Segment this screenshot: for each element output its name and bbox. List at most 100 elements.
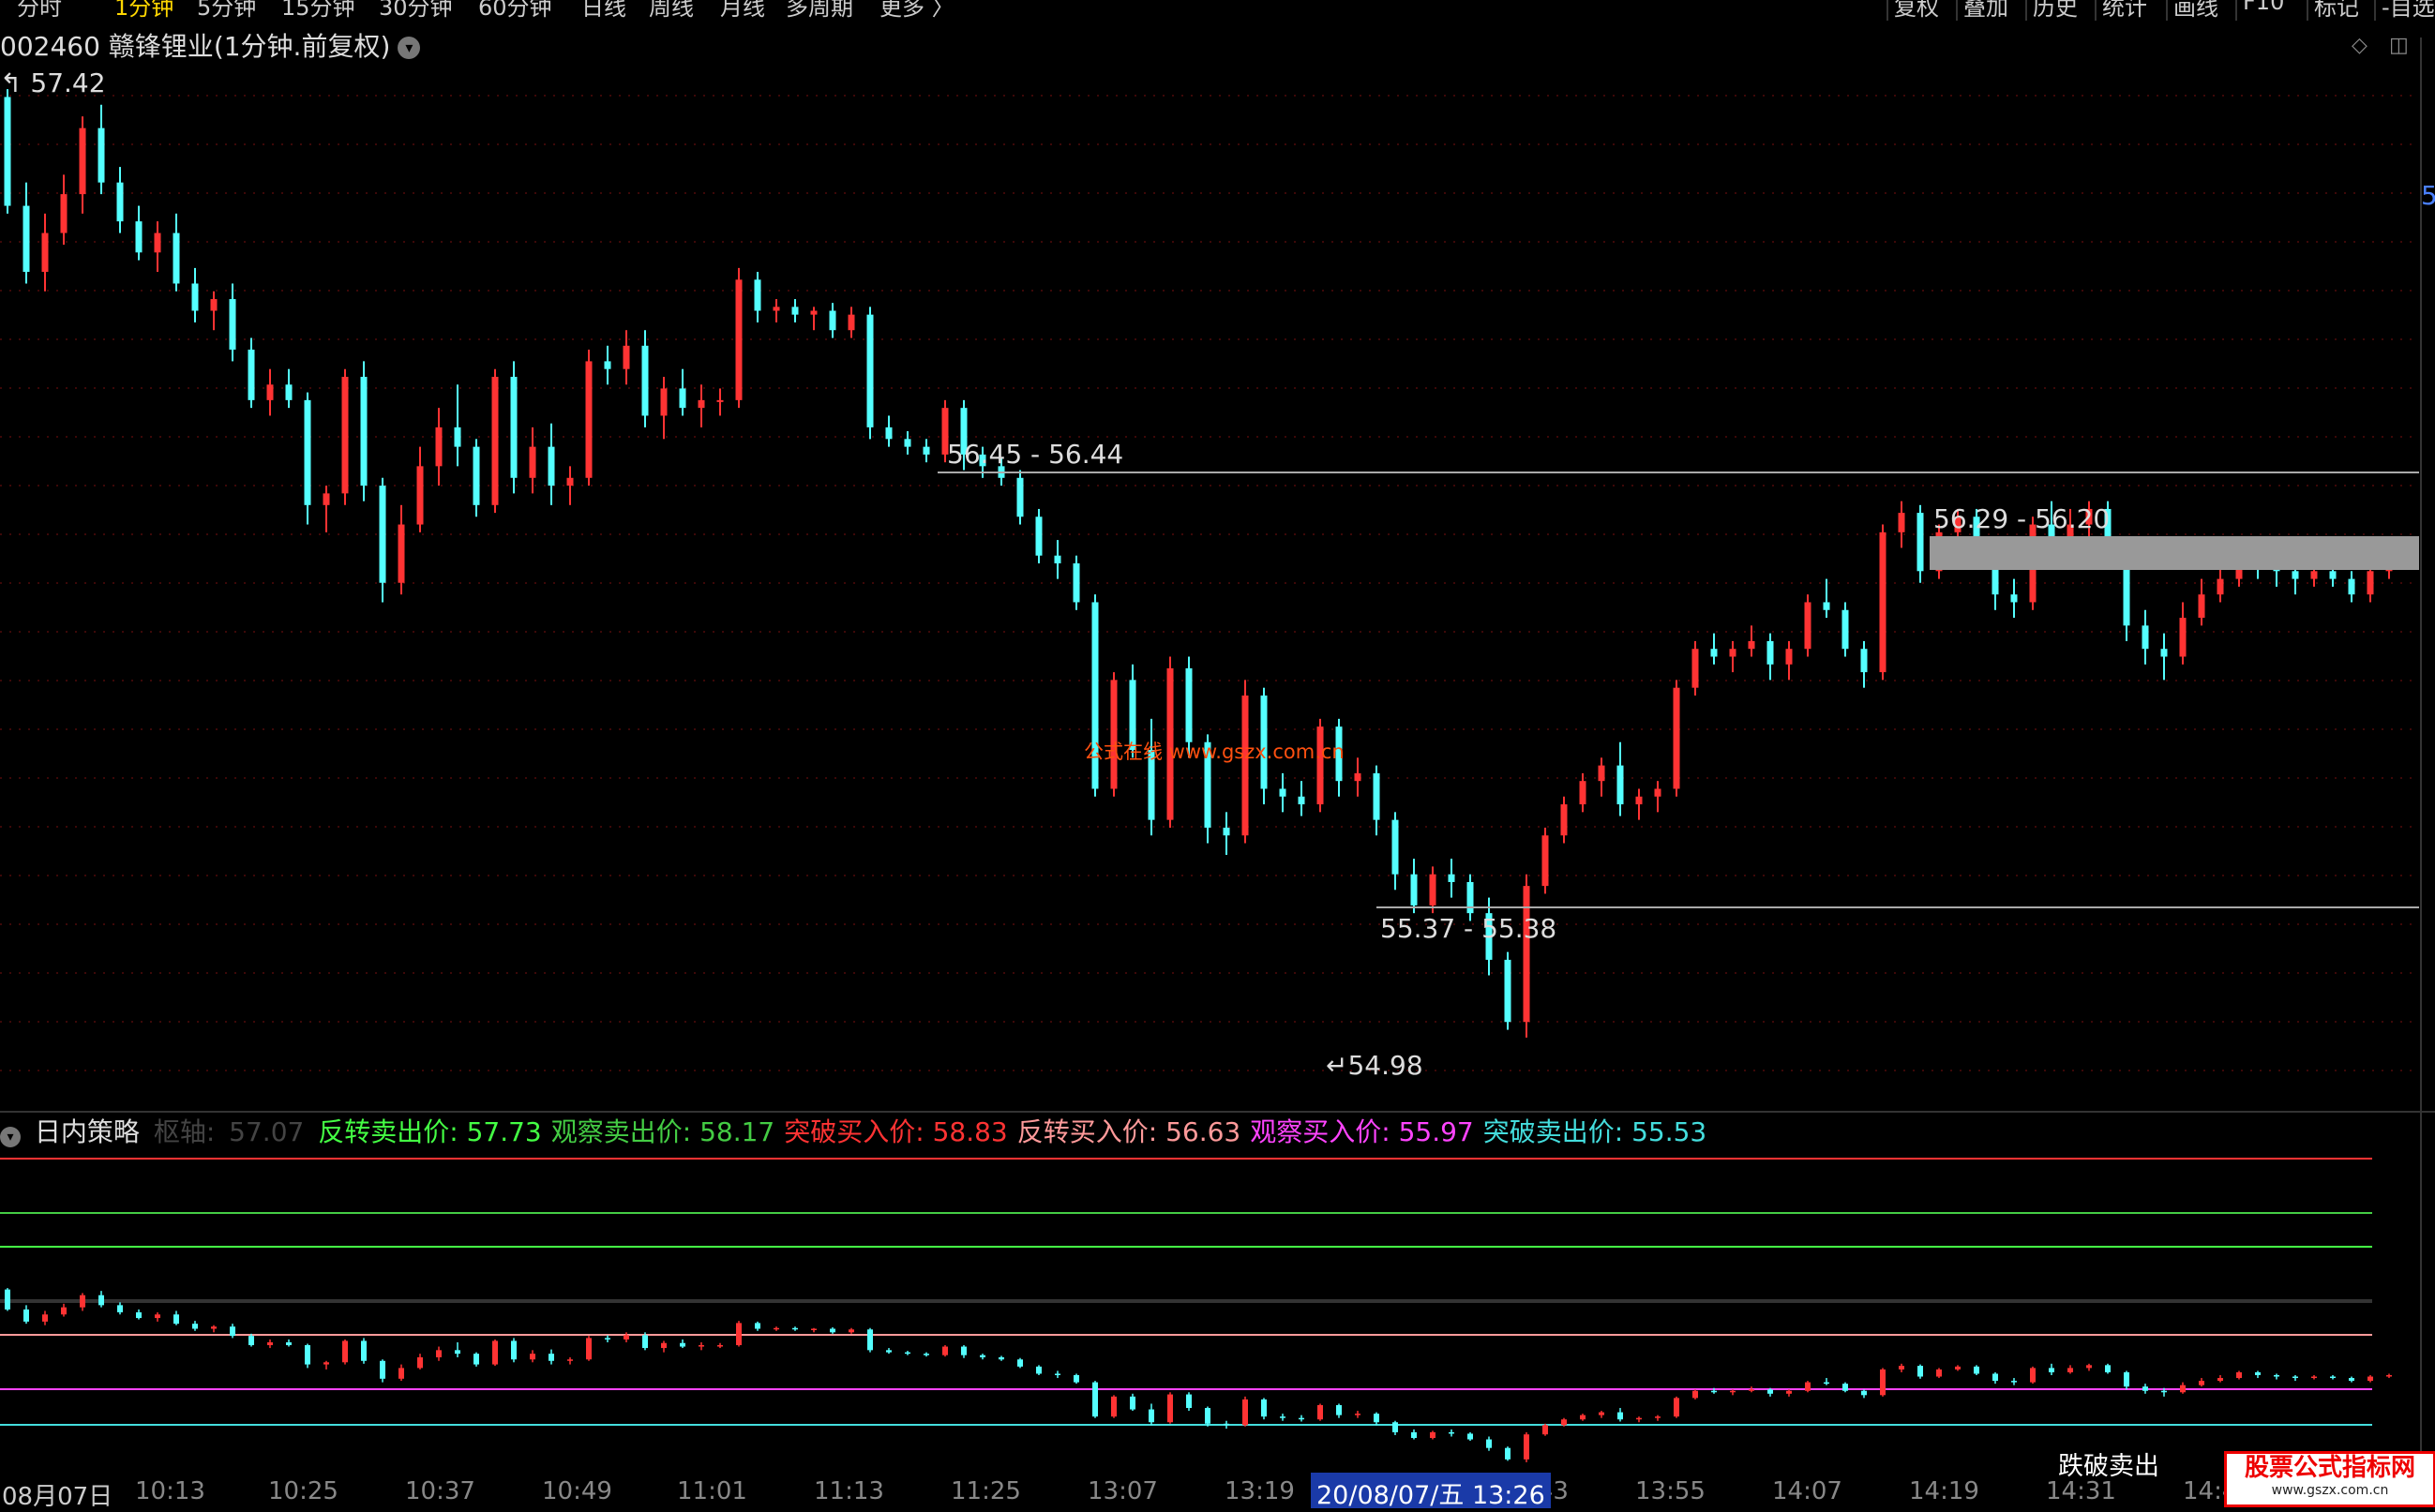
- mini-candle-body: [1355, 1414, 1360, 1415]
- mini-candle-body: [1974, 1366, 1979, 1374]
- mini-candle-body: [567, 1359, 573, 1361]
- candle-body: [1523, 886, 1530, 1023]
- period-tab-5[interactable]: 60分钟: [478, 0, 552, 22]
- mini-candle-body: [2349, 1378, 2354, 1382]
- candle-body: [1710, 649, 1718, 657]
- pivot-label: 枢轴: 57.07: [154, 1116, 310, 1147]
- mini-candle-body: [473, 1354, 479, 1365]
- mini-candle-body: [2217, 1378, 2223, 1382]
- axis-tick: 14:07: [1772, 1477, 1842, 1505]
- toolbar-separator: [2307, 0, 2308, 21]
- zone-label-2: 56.29 - 56.20: [1933, 503, 2111, 534]
- diamond-icon[interactable]: ◇: [2352, 34, 2367, 57]
- toolbar-separator: [1956, 0, 1958, 21]
- axis-tick: 13:19: [1225, 1477, 1295, 1505]
- window-icon[interactable]: ◫: [2389, 34, 2409, 57]
- mini-candle-body: [2049, 1368, 2054, 1372]
- indicator-name[interactable]: 日内策略: [35, 1116, 140, 1147]
- candle-body: [510, 376, 518, 478]
- tool-button-4[interactable]: 画线: [2173, 0, 2218, 22]
- axis-tick: 14:19: [1909, 1477, 1979, 1505]
- period-tab-9[interactable]: 多周期: [786, 0, 853, 22]
- tool-button-7[interactable]: -自选: [2382, 0, 2435, 22]
- candle-body: [1429, 874, 1436, 906]
- candle-body: [585, 361, 593, 478]
- period-tab-10[interactable]: 更多 〉: [879, 0, 954, 22]
- candle-body: [791, 307, 799, 315]
- axis-date: 08月07日: [2, 1483, 113, 1511]
- period-tab-6[interactable]: 日线: [581, 0, 626, 22]
- candle-body: [1841, 609, 1849, 650]
- mini-candle-body: [1261, 1399, 1267, 1417]
- mini-candle-body: [192, 1324, 198, 1329]
- axis-tick: 13:55: [1635, 1477, 1706, 1505]
- mini-candle-body: [1842, 1384, 1848, 1391]
- candle-body: [2292, 571, 2299, 579]
- toolbar-separator: [2095, 0, 2097, 21]
- mini-candle-body: [492, 1340, 498, 1365]
- chevron-down-icon[interactable]: ▾: [398, 37, 421, 59]
- tool-button-2[interactable]: 历史: [2033, 0, 2078, 22]
- candle-body: [1466, 881, 1474, 914]
- period-tab-7[interactable]: 周线: [649, 0, 694, 22]
- candle-body: [229, 299, 236, 350]
- candle-body: [1016, 477, 1024, 517]
- mini-candle-body: [1449, 1431, 1454, 1434]
- mini-candle-body: [736, 1323, 742, 1346]
- tool-button-0[interactable]: 复权: [1894, 0, 1939, 22]
- mini-candle-body: [717, 1345, 723, 1347]
- indicator-value-3: 反转买入价: 56.63: [1016, 1116, 1241, 1147]
- candle-body: [79, 127, 86, 195]
- watermark-badge-title: 股票公式指标网: [2244, 1454, 2415, 1482]
- candle-body: [848, 314, 855, 331]
- indicator-values: 反转卖出价: 57.73 观察卖出价: 58.17 突破买入价: 58.83 反转买入…: [318, 1116, 1716, 1147]
- stock-code: 002460: [0, 31, 100, 62]
- mini-candle-body: [230, 1326, 235, 1337]
- candle-body: [454, 427, 461, 447]
- tool-button-6[interactable]: 标记: [2314, 0, 2359, 22]
- right-edge-label: 5: [2421, 180, 2435, 211]
- candle-body: [698, 399, 705, 409]
- candle-body: [135, 221, 143, 253]
- candle-body: [1391, 819, 1399, 875]
- tool-button-5[interactable]: F10: [2243, 0, 2284, 15]
- mini-candle-body: [1992, 1373, 1998, 1382]
- mini-candle-body: [961, 1346, 967, 1355]
- period-tab-0[interactable]: 分时: [17, 0, 62, 22]
- tool-button-3[interactable]: 统计: [2102, 0, 2147, 22]
- mini-candle-body: [642, 1335, 648, 1349]
- mini-candle-body: [436, 1350, 442, 1357]
- candle-body: [2142, 625, 2149, 650]
- candle-body: [2179, 618, 2187, 657]
- candle-body: [2010, 594, 2018, 603]
- mini-candle-body: [173, 1314, 179, 1325]
- candle-body: [1691, 649, 1699, 688]
- period-tab-8[interactable]: 月线: [720, 0, 765, 22]
- mini-candle-body: [1336, 1404, 1342, 1415]
- mini-candle-body: [1242, 1399, 1248, 1426]
- candle-body: [1073, 563, 1080, 603]
- mini-candle-body: [2180, 1385, 2186, 1393]
- candle-body: [735, 279, 743, 400]
- period-toolbar: 分时 1分钟 5分钟 15分钟 30分钟 60分钟 日线 周线 月线 多周期 更多 〉 复权 叠加 历史 统…: [0, 0, 2435, 21]
- candle-body: [210, 299, 218, 311]
- candle-body: [1616, 765, 1624, 805]
- candle-body: [323, 493, 330, 505]
- candle-body: [1635, 796, 1643, 805]
- candle-body: [23, 205, 30, 273]
- period-tab-4[interactable]: 30分钟: [379, 0, 453, 22]
- mini-candle-body: [942, 1346, 948, 1355]
- mini-candle-body: [1692, 1390, 1698, 1399]
- period-tab-2[interactable]: 5分钟: [197, 0, 256, 22]
- mini-candle-body: [2199, 1381, 2204, 1385]
- period-tab-3[interactable]: 15分钟: [281, 0, 355, 22]
- candle-body: [416, 466, 424, 525]
- candle-body: [2217, 578, 2224, 595]
- mini-candle-body: [323, 1362, 329, 1365]
- candle-body: [866, 314, 874, 427]
- period-tab-1[interactable]: 1分钟: [114, 0, 173, 22]
- candle-body: [1223, 827, 1230, 836]
- collapse-icon[interactable]: ▾: [0, 1127, 21, 1147]
- tool-button-1[interactable]: 叠加: [1963, 0, 2008, 22]
- candle-body: [266, 384, 274, 400]
